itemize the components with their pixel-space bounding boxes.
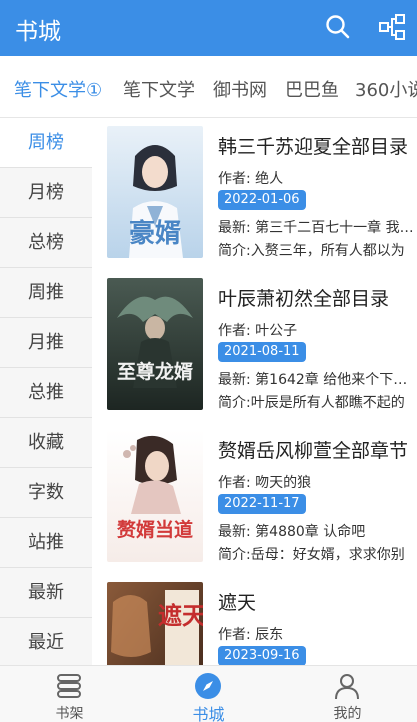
tab-bookshelf[interactable]: 书架 [0, 666, 139, 722]
tab-source-1[interactable]: 笔下文学① [14, 76, 102, 102]
book-cover: 至尊龙婿 [107, 278, 203, 410]
book-intro: 简介:岳母：好女婿，求求你别 [218, 547, 405, 563]
page-title: 书城 [15, 19, 61, 45]
tab-label: 书架 [55, 706, 84, 722]
share-icon[interactable] [377, 12, 407, 42]
book-item[interactable]: 至尊龙婿 叶辰萧初然全部目录 作者: 叶公子 2021-08-11 最新: 第1… [92, 270, 417, 420]
user-icon [335, 674, 359, 700]
update-date-badge: 2023-09-16 [218, 646, 306, 665]
book-author: 作者: 辰东 [218, 627, 284, 643]
book-item[interactable]: 遮天 遮天 作者: 辰东 2023-09-16 [92, 574, 417, 665]
compass-icon [195, 673, 221, 699]
sidebar-item-total[interactable]: 总榜 [0, 218, 92, 268]
book-cover: 遮天 [107, 582, 203, 665]
book-cover: 豪婿 [107, 126, 203, 258]
tab-source-2[interactable]: 笔下文学 [123, 76, 195, 102]
cover-title: 赘婿当道 [116, 518, 193, 541]
sidebar-item-recent[interactable]: 最近 [0, 618, 92, 665]
book-author: 作者: 绝人 [218, 171, 284, 187]
update-date-badge: 2021-08-11 [218, 342, 306, 362]
sidebar-item-favorites[interactable]: 收藏 [0, 418, 92, 468]
cover-title: 遮天 [158, 601, 203, 630]
sidebar-item-monthly-rec[interactable]: 月推 [0, 318, 92, 368]
tab-source-4[interactable]: 巴巴鱼 [285, 76, 339, 102]
book-intro: 简介:入赘三年，所有人都以为 [218, 243, 405, 259]
update-date-badge: 2022-01-06 [218, 190, 306, 210]
latest-chapter: 最新: 第1642章 给他来个下马威 [218, 372, 414, 388]
tab-label: 书城 [192, 705, 225, 722]
latest-chapter: 最新: 第三千二百七十一章 我想你 [218, 220, 414, 236]
book-author: 作者: 吻天的狼 [218, 475, 312, 491]
book-title: 赘婿岳风柳萱全部章节 [218, 440, 408, 462]
bottom-nav: 书架 书城 我的 [0, 665, 417, 722]
sidebar-item-total-rec[interactable]: 总推 [0, 368, 92, 418]
update-date-badge: 2022-11-17 [218, 494, 306, 514]
book-title: 韩三千苏迎夏全部目录 [218, 136, 408, 158]
book-item[interactable]: 豪婿 韩三千苏迎夏全部目录 作者: 绝人 2022-01-06 最新: 第三千二… [92, 118, 417, 268]
sidebar-item-weekly-rec[interactable]: 周推 [0, 268, 92, 318]
book-title: 叶辰萧初然全部目录 [218, 288, 390, 310]
cover-title: 至尊龙婿 [117, 360, 194, 383]
book-item[interactable]: 赘婿当道 赘婿岳风柳萱全部章节 作者: 吻天的狼 2022-11-17 最新: … [92, 422, 417, 572]
book-cover: 赘婿当道 [107, 430, 203, 562]
sidebar-item-site-rec[interactable]: 站推 [0, 518, 92, 568]
tab-source-5[interactable]: 360小说 [355, 76, 417, 102]
cover-title: 豪婿 [129, 218, 181, 249]
category-sidebar: 周榜 月榜 总榜 周推 月推 总推 收藏 字数 站推 最新 最近 [0, 118, 92, 665]
tab-label: 我的 [333, 706, 362, 722]
book-author: 作者: 叶公子 [218, 323, 298, 339]
tab-profile[interactable]: 我的 [278, 666, 417, 722]
app-header: 书城 [0, 0, 417, 56]
bookshelf-icon [57, 674, 81, 698]
book-intro: 简介:叶辰是所有人都瞧不起的 [218, 395, 405, 411]
tab-source-3[interactable]: 御书网 [213, 76, 267, 102]
book-list: 豪婿 韩三千苏迎夏全部目录 作者: 绝人 2022-01-06 最新: 第三千二… [92, 118, 417, 665]
tab-bookstore[interactable]: 书城 [139, 666, 278, 722]
sidebar-item-newest[interactable]: 最新 [0, 568, 92, 618]
sidebar-item-word-count[interactable]: 字数 [0, 468, 92, 518]
sidebar-item-weekly[interactable]: 周榜 [0, 118, 92, 168]
latest-chapter: 最新: 第4880章 认命吧 [218, 524, 366, 540]
sidebar-item-monthly[interactable]: 月榜 [0, 168, 92, 218]
source-tabs: 笔下文学① 笔下文学 御书网 巴巴鱼 360小说 [0, 56, 417, 118]
book-title: 遮天 [218, 592, 257, 614]
search-icon[interactable] [323, 12, 353, 42]
